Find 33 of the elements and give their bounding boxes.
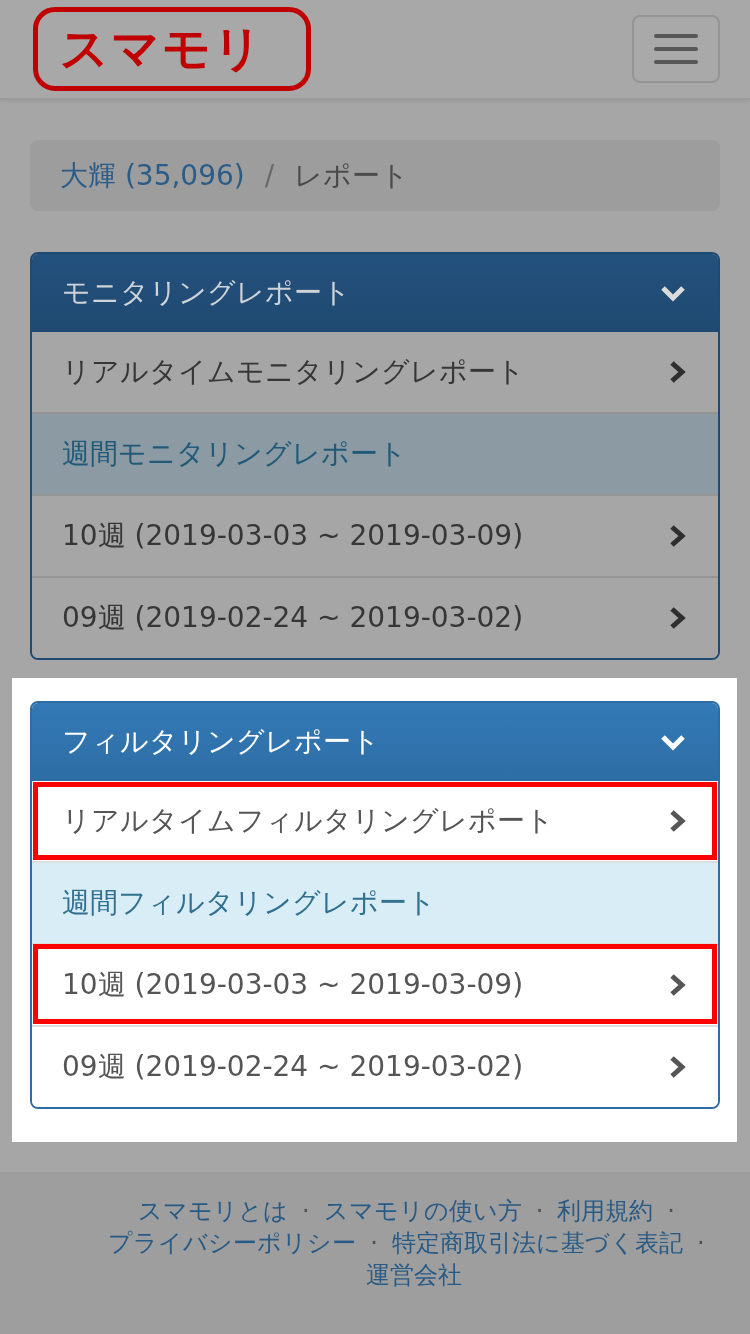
chevron-right-icon	[669, 1055, 686, 1079]
link-separator: ·	[667, 1196, 675, 1227]
chevron-right-icon	[669, 973, 686, 997]
breadcrumb-current: レポート	[294, 157, 410, 194]
report-link[interactable]: リアルタイムフィルタリングレポート	[32, 781, 718, 861]
footer-link[interactable]: 運営会社	[365, 1259, 462, 1291]
menu-icon	[654, 34, 698, 64]
report-link[interactable]: 09週 (2019-02-24 ~ 2019-03-02)	[32, 576, 718, 658]
breadcrumb-link[interactable]: 大輝 (35,096)	[60, 156, 245, 195]
list-subheading: 週間モニタリングレポート	[32, 412, 718, 494]
footer-link[interactable]: プライバシーポリシー	[108, 1227, 357, 1259]
footer-link[interactable]: 特定商取引法に基づく表記	[392, 1227, 683, 1259]
chevron-down-icon	[660, 284, 686, 302]
chevron-right-icon	[669, 809, 686, 833]
chevron-down-icon	[660, 733, 686, 751]
panel-header[interactable]: フィルタリングレポート	[32, 703, 718, 781]
logo[interactable]: スマモリ	[33, 7, 311, 91]
list-subheading: 週間フィルタリングレポート	[32, 861, 718, 943]
footer-link[interactable]: 利用規約	[557, 1195, 654, 1227]
report-link[interactable]: 10週 (2019-03-03 ~ 2019-03-09)	[32, 943, 718, 1025]
footer-link[interactable]: スマモリの使い方	[323, 1195, 522, 1227]
footer-link[interactable]: スマモリとは	[138, 1195, 289, 1227]
chevron-right-icon	[669, 606, 686, 630]
link-separator: ·	[302, 1196, 310, 1227]
chevron-right-icon	[669, 524, 686, 548]
menu-button[interactable]	[632, 15, 720, 83]
panel-header[interactable]: モニタリングレポート	[32, 254, 718, 332]
link-separator: ·	[697, 1228, 705, 1259]
link-separator: ·	[535, 1196, 544, 1227]
chevron-right-icon	[669, 360, 686, 384]
link-separator: ·	[370, 1228, 378, 1259]
breadcrumb-separator: /	[264, 159, 275, 192]
report-link[interactable]: 09週 (2019-02-24 ~ 2019-03-02)	[32, 1025, 718, 1107]
